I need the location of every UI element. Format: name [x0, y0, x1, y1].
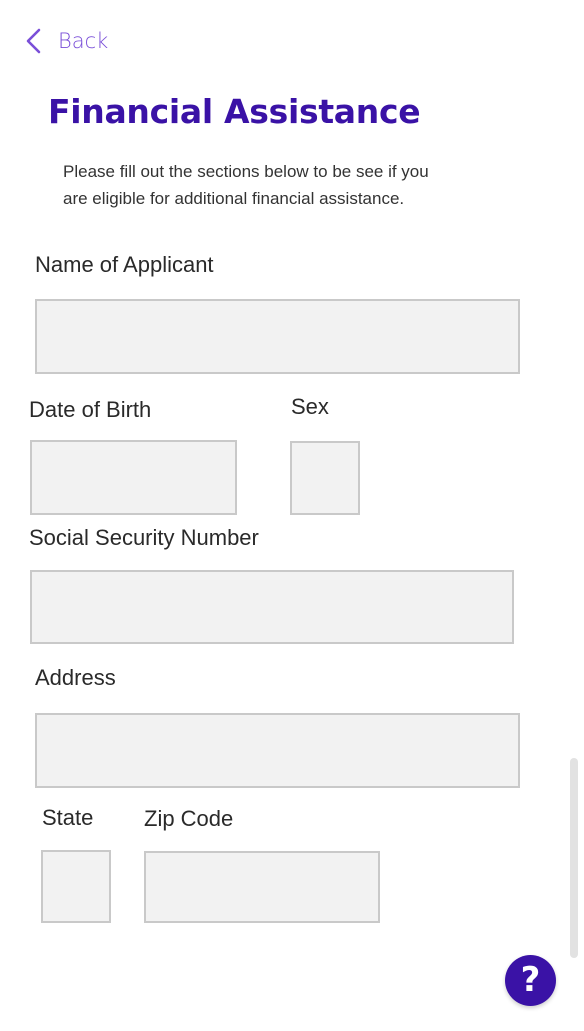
address-label: Address — [35, 665, 116, 690]
social-security-number-label: Social Security Number — [29, 525, 259, 550]
sex-label: Sex — [291, 394, 329, 419]
chevron-left-icon — [26, 28, 41, 54]
back-label: Back — [58, 29, 109, 53]
vertical-scrollbar[interactable] — [570, 758, 578, 958]
back-button[interactable]: Back — [24, 26, 108, 56]
page-title: Financial Assistance — [48, 92, 421, 131]
state-label: State — [42, 805, 94, 830]
name-of-applicant-input[interactable] — [35, 299, 520, 374]
social-security-number-input[interactable] — [30, 570, 514, 644]
zip-code-label: Zip Code — [144, 806, 234, 831]
date-of-birth-label: Date of Birth — [29, 397, 152, 422]
date-of-birth-input[interactable] — [30, 440, 237, 515]
name-of-applicant-label: Name of Applicant — [35, 252, 214, 277]
intro-text: Please fill out the sections below to be… — [63, 162, 429, 208]
address-input[interactable] — [35, 713, 520, 788]
state-input[interactable] — [41, 850, 111, 923]
sex-input[interactable] — [290, 441, 360, 515]
question-mark-icon: ? — [520, 959, 541, 1000]
zip-code-input[interactable] — [144, 851, 380, 923]
help-button[interactable]: ? — [505, 955, 556, 1006]
